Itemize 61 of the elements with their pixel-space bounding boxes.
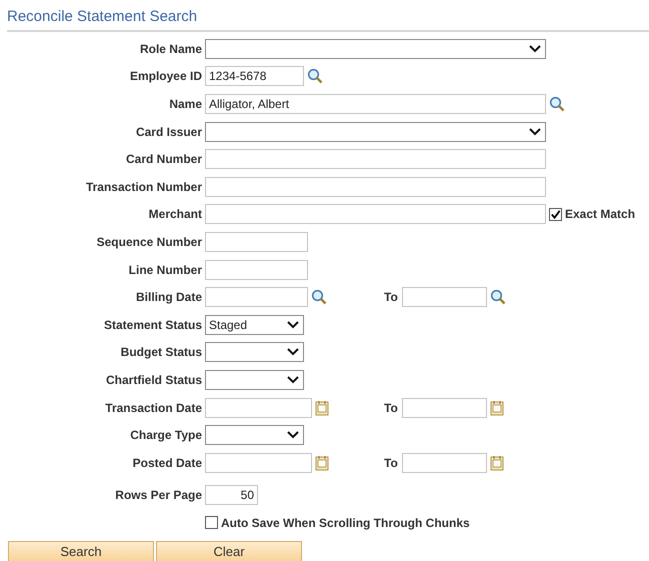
checkbox-label: Exact Match [565, 207, 636, 222]
chevron-down-icon [287, 376, 299, 384]
date-field[interactable] [205, 287, 308, 308]
search-icon[interactable] [549, 96, 565, 112]
field-label: Billing Date [134, 290, 203, 304]
calendar-icon[interactable] [315, 454, 329, 471]
input-field[interactable] [205, 232, 308, 252]
calendar-icon[interactable] [490, 400, 504, 416]
chevron-down-icon [529, 44, 541, 53]
field-label: Line Number [128, 262, 203, 277]
checkbox[interactable] [205, 516, 218, 530]
checkbox-label: Auto Save When Scrolling Through Chunks [221, 516, 470, 530]
field-label: Chartfield Status [104, 372, 203, 387]
chevron-down-icon [529, 128, 541, 136]
to-label: To [384, 456, 398, 470]
dropdown[interactable] [205, 342, 304, 362]
chevron-down-icon [287, 320, 299, 329]
input-field[interactable] [205, 149, 546, 170]
input-field[interactable] [205, 176, 546, 197]
chevron-down-icon [287, 431, 299, 440]
input-field[interactable]: 50 [205, 485, 258, 506]
checkbox[interactable] [549, 208, 562, 221]
search-icon[interactable] [311, 289, 327, 306]
calendar-icon[interactable] [315, 400, 329, 416]
field-label: Transaction Date [104, 400, 203, 415]
clear-button[interactable]: Clear [156, 540, 302, 561]
date-field[interactable] [402, 398, 487, 418]
search-icon[interactable] [307, 68, 323, 84]
field-label: Card Issuer [134, 124, 203, 139]
date-field[interactable] [402, 452, 487, 473]
date-field[interactable] [402, 287, 487, 308]
date-field[interactable] [205, 398, 312, 418]
input-field[interactable] [205, 204, 546, 224]
calendar-icon[interactable] [490, 454, 504, 471]
dropdown[interactable] [205, 122, 546, 142]
dropdown[interactable]: Staged [205, 314, 304, 335]
search-icon[interactable] [490, 289, 506, 306]
field-label: Charge Type [129, 428, 203, 442]
dropdown[interactable] [205, 370, 304, 390]
date-field[interactable] [205, 452, 312, 473]
dropdown[interactable] [205, 38, 546, 59]
input-field[interactable]: Alligator, Albert [205, 94, 546, 114]
input-field[interactable]: 1234-5678 [205, 66, 304, 86]
search-button[interactable]: Search [8, 540, 154, 561]
field-label: Sequence Number [96, 234, 203, 249]
field-label: Posted Date [132, 456, 203, 470]
field-label: Role Name [138, 42, 203, 56]
dropdown[interactable] [205, 425, 304, 446]
field-label: Employee ID [128, 69, 203, 84]
page-title: Reconcile Statement Search [6, 7, 198, 27]
field-label: Name [168, 96, 203, 111]
field-label: Rows Per Page [114, 488, 203, 502]
chevron-down-icon [287, 348, 299, 356]
field-label: Transaction Number [84, 180, 203, 194]
to-label: To [384, 400, 398, 415]
field-label: Budget Status [120, 345, 203, 360]
field-label: Card Number [124, 152, 203, 166]
to-label: To [384, 290, 398, 304]
field-label: Statement Status [102, 318, 203, 332]
input-field[interactable] [205, 260, 308, 280]
field-label: Merchant [148, 207, 203, 222]
